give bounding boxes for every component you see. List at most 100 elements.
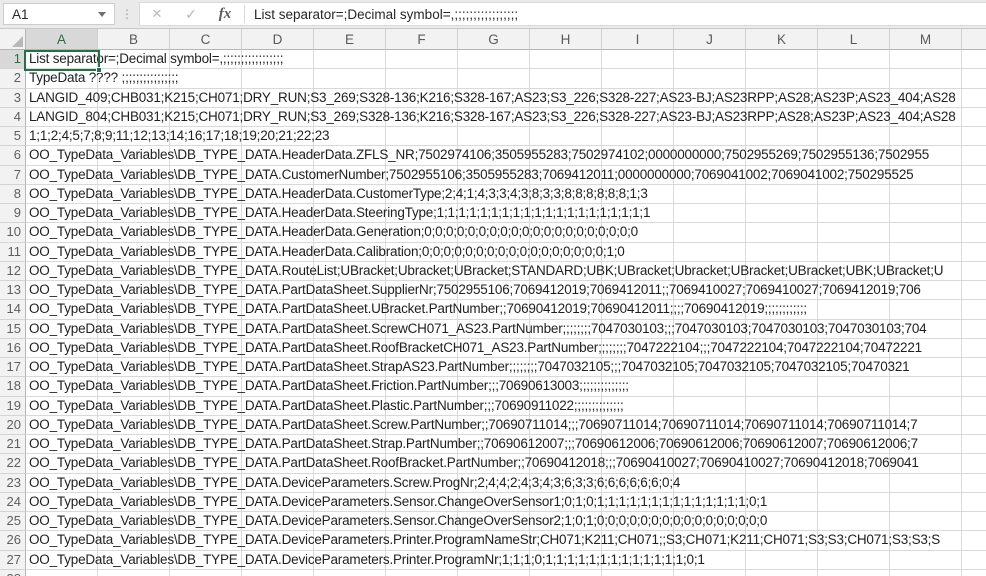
- cell-A20[interactable]: OO_TypeData_Variables\DB_TYPE_DATA.PartD…: [26, 415, 986, 435]
- cell-A16[interactable]: OO_TypeData_Variables\DB_TYPE_DATA.PartD…: [26, 338, 986, 358]
- column-header-B[interactable]: B: [98, 29, 170, 50]
- cell-A2[interactable]: TypeData ???? ;;;;;;;;;;;;;;;;: [26, 69, 986, 89]
- cell-A17[interactable]: OO_TypeData_Variables\DB_TYPE_DATA.PartD…: [26, 358, 986, 378]
- cell-A27[interactable]: OO_TypeData_Variables\DB_TYPE_DATA.Devic…: [26, 550, 986, 570]
- table-row: 14 OO_TypeData_Variables\DB_TYPE_DATA.Par…: [0, 300, 986, 320]
- row-header-7[interactable]: 7: [0, 165, 26, 185]
- cell-A28[interactable]: [26, 569, 986, 576]
- cell-A8[interactable]: OO_TypeData_Variables\DB_TYPE_DATA.Heade…: [26, 184, 986, 204]
- table-row: 15 OO_TypeData_Variables\DB_TYPE_DATA.Par…: [0, 319, 986, 339]
- row-header-5[interactable]: 5: [0, 127, 26, 147]
- table-row: 20 OO_TypeData_Variables\DB_TYPE_DATA.Par…: [0, 415, 986, 435]
- row-header-25[interactable]: 25: [0, 512, 26, 532]
- column-header-D[interactable]: D: [242, 29, 314, 50]
- drag-handle-icon: ⋮: [121, 7, 133, 21]
- cell-A3[interactable]: LANGID_409;CHB031;K215;CH071;DRY_RUN;S3_…: [26, 88, 986, 108]
- column-header-L[interactable]: L: [818, 29, 890, 50]
- table-row: 10 OO_TypeData_Variables\DB_TYPE_DATA.Hea…: [0, 223, 986, 243]
- column-header-I[interactable]: I: [602, 29, 674, 50]
- row-header-10[interactable]: 10: [0, 223, 26, 243]
- formula-bar: A1 ⋮ ✕ ✓ fx List separator=;Decimal symb…: [0, 0, 986, 29]
- cell-A26[interactable]: OO_TypeData_Variables\DB_TYPE_DATA.Devic…: [26, 531, 986, 551]
- column-header-M[interactable]: M: [890, 29, 962, 50]
- cell-A18[interactable]: OO_TypeData_Variables\DB_TYPE_DATA.PartD…: [26, 377, 986, 397]
- row-header-19[interactable]: 19: [0, 396, 26, 416]
- column-header-C[interactable]: C: [170, 29, 242, 50]
- cell-A22[interactable]: OO_TypeData_Variables\DB_TYPE_DATA.PartD…: [26, 454, 986, 474]
- row-header-23[interactable]: 23: [0, 473, 26, 493]
- row-header-13[interactable]: 13: [0, 281, 26, 301]
- row-header-2[interactable]: 2: [0, 69, 26, 89]
- row-header-16[interactable]: 16: [0, 338, 26, 358]
- row-header-14[interactable]: 14: [0, 300, 26, 320]
- table-row: 3 LANGID_409;CHB031;K215;CH071;DRY_RUN;S3…: [0, 88, 986, 108]
- cell-A9[interactable]: OO_TypeData_Variables\DB_TYPE_DATA.Heade…: [26, 204, 986, 224]
- table-row: 18 OO_TypeData_Variables\DB_TYPE_DATA.Par…: [0, 377, 986, 397]
- row-header-8[interactable]: 8: [0, 184, 26, 204]
- table-row: 27 OO_TypeData_Variables\DB_TYPE_DATA.Dev…: [0, 550, 986, 570]
- row-header-12[interactable]: 12: [0, 261, 26, 281]
- row-header-18[interactable]: 18: [0, 377, 26, 397]
- row-header-17[interactable]: 17: [0, 358, 26, 378]
- enter-icon[interactable]: ✓: [174, 6, 208, 23]
- row-header-20[interactable]: 20: [0, 415, 26, 435]
- cell-A24[interactable]: OO_TypeData_Variables\DB_TYPE_DATA.Devic…: [26, 492, 986, 512]
- cell-A13[interactable]: OO_TypeData_Variables\DB_TYPE_DATA.PartD…: [26, 281, 986, 301]
- cell-A7[interactable]: OO_TypeData_Variables\DB_TYPE_DATA.Custo…: [26, 165, 986, 185]
- row-header-26[interactable]: 26: [0, 531, 26, 551]
- cell-A14[interactable]: OO_TypeData_Variables\DB_TYPE_DATA.PartD…: [26, 300, 986, 320]
- row-header-28[interactable]: 28: [0, 569, 26, 576]
- row-header-6[interactable]: 6: [0, 146, 26, 166]
- table-row: 16 OO_TypeData_Variables\DB_TYPE_DATA.Par…: [0, 338, 986, 358]
- table-row: 4 LANGID_804;CHB031;K215;CH071;DRY_RUN;S3…: [0, 107, 986, 127]
- column-header-E[interactable]: E: [314, 29, 386, 50]
- table-row: 19 OO_TypeData_Variables\DB_TYPE_DATA.Par…: [0, 396, 986, 416]
- row-header-27[interactable]: 27: [0, 550, 26, 570]
- cell-A5[interactable]: 1;1;2;4;5;7;8;9;11;12;13;14;16;17;18;19;…: [26, 127, 986, 147]
- cell-A11[interactable]: OO_TypeData_Variables\DB_TYPE_DATA.Heade…: [26, 242, 986, 262]
- cancel-icon[interactable]: ✕: [140, 6, 174, 22]
- column-header-G[interactable]: G: [458, 29, 530, 50]
- formula-bar-divider: [244, 5, 245, 23]
- table-row: 17 OO_TypeData_Variables\DB_TYPE_DATA.Par…: [0, 358, 986, 378]
- table-row: 5 1;1;2;4;5;7;8;9;11;12;13;14;16;17;18;19…: [0, 127, 986, 147]
- cell-A19[interactable]: OO_TypeData_Variables\DB_TYPE_DATA.PartD…: [26, 396, 986, 416]
- cell-A15[interactable]: OO_TypeData_Variables\DB_TYPE_DATA.PartD…: [26, 319, 986, 339]
- cell-A10[interactable]: OO_TypeData_Variables\DB_TYPE_DATA.Heade…: [26, 223, 986, 243]
- formula-input[interactable]: List separator=;Decimal symbol=,;;;;;;;;…: [247, 7, 986, 22]
- cell-A23[interactable]: OO_TypeData_Variables\DB_TYPE_DATA.Devic…: [26, 473, 986, 493]
- row-header-1[interactable]: 1: [0, 50, 26, 70]
- row-header-15[interactable]: 15: [0, 319, 26, 339]
- cell-A25[interactable]: OO_TypeData_Variables\DB_TYPE_DATA.Devic…: [26, 512, 986, 532]
- cell-A12[interactable]: OO_TypeData_Variables\DB_TYPE_DATA.Route…: [26, 261, 986, 281]
- column-header-J[interactable]: J: [674, 29, 746, 50]
- column-header-H[interactable]: H: [530, 29, 602, 50]
- table-row: 28: [0, 569, 986, 576]
- table-row: 26 OO_TypeData_Variables\DB_TYPE_DATA.Dev…: [0, 531, 986, 551]
- row-header-9[interactable]: 9: [0, 204, 26, 224]
- column-header-A[interactable]: A: [26, 29, 98, 50]
- cell-A21[interactable]: OO_TypeData_Variables\DB_TYPE_DATA.PartD…: [26, 435, 986, 455]
- cell-A4[interactable]: LANGID_804;CHB031;K215;CH071;DRY_RUN;S3_…: [26, 107, 986, 127]
- row-header-4[interactable]: 4: [0, 107, 26, 127]
- name-box-dropdown-icon[interactable]: [98, 11, 106, 17]
- row-header-21[interactable]: 21: [0, 435, 26, 455]
- column-header-F[interactable]: F: [386, 29, 458, 50]
- table-row: 8 OO_TypeData_Variables\DB_TYPE_DATA.Head…: [0, 184, 986, 204]
- column-header-K[interactable]: K: [746, 29, 818, 50]
- row-header-11[interactable]: 11: [0, 242, 26, 262]
- excel-window: A1 ⋮ ✕ ✓ fx List separator=;Decimal symb…: [0, 0, 986, 576]
- table-row: 25 OO_TypeData_Variables\DB_TYPE_DATA.Dev…: [0, 512, 986, 532]
- table-row: 23 OO_TypeData_Variables\DB_TYPE_DATA.Dev…: [0, 473, 986, 493]
- table-row: 22 OO_TypeData_Variables\DB_TYPE_DATA.Par…: [0, 454, 986, 474]
- name-box[interactable]: A1: [3, 3, 115, 25]
- cell-A1[interactable]: List separator=;Decimal symbol=,;;;;;;;;…: [26, 50, 986, 70]
- table-row: 2 TypeData ???? ;;;;;;;;;;;;;;;;: [0, 69, 986, 89]
- insert-function-icon[interactable]: fx: [208, 6, 242, 23]
- row-header-24[interactable]: 24: [0, 492, 26, 512]
- select-all-button[interactable]: [0, 29, 26, 50]
- cell-A6[interactable]: OO_TypeData_Variables\DB_TYPE_DATA.Heade…: [26, 146, 986, 166]
- row-header-3[interactable]: 3: [0, 88, 26, 108]
- column-header-partial[interactable]: [962, 29, 986, 50]
- row-header-22[interactable]: 22: [0, 454, 26, 474]
